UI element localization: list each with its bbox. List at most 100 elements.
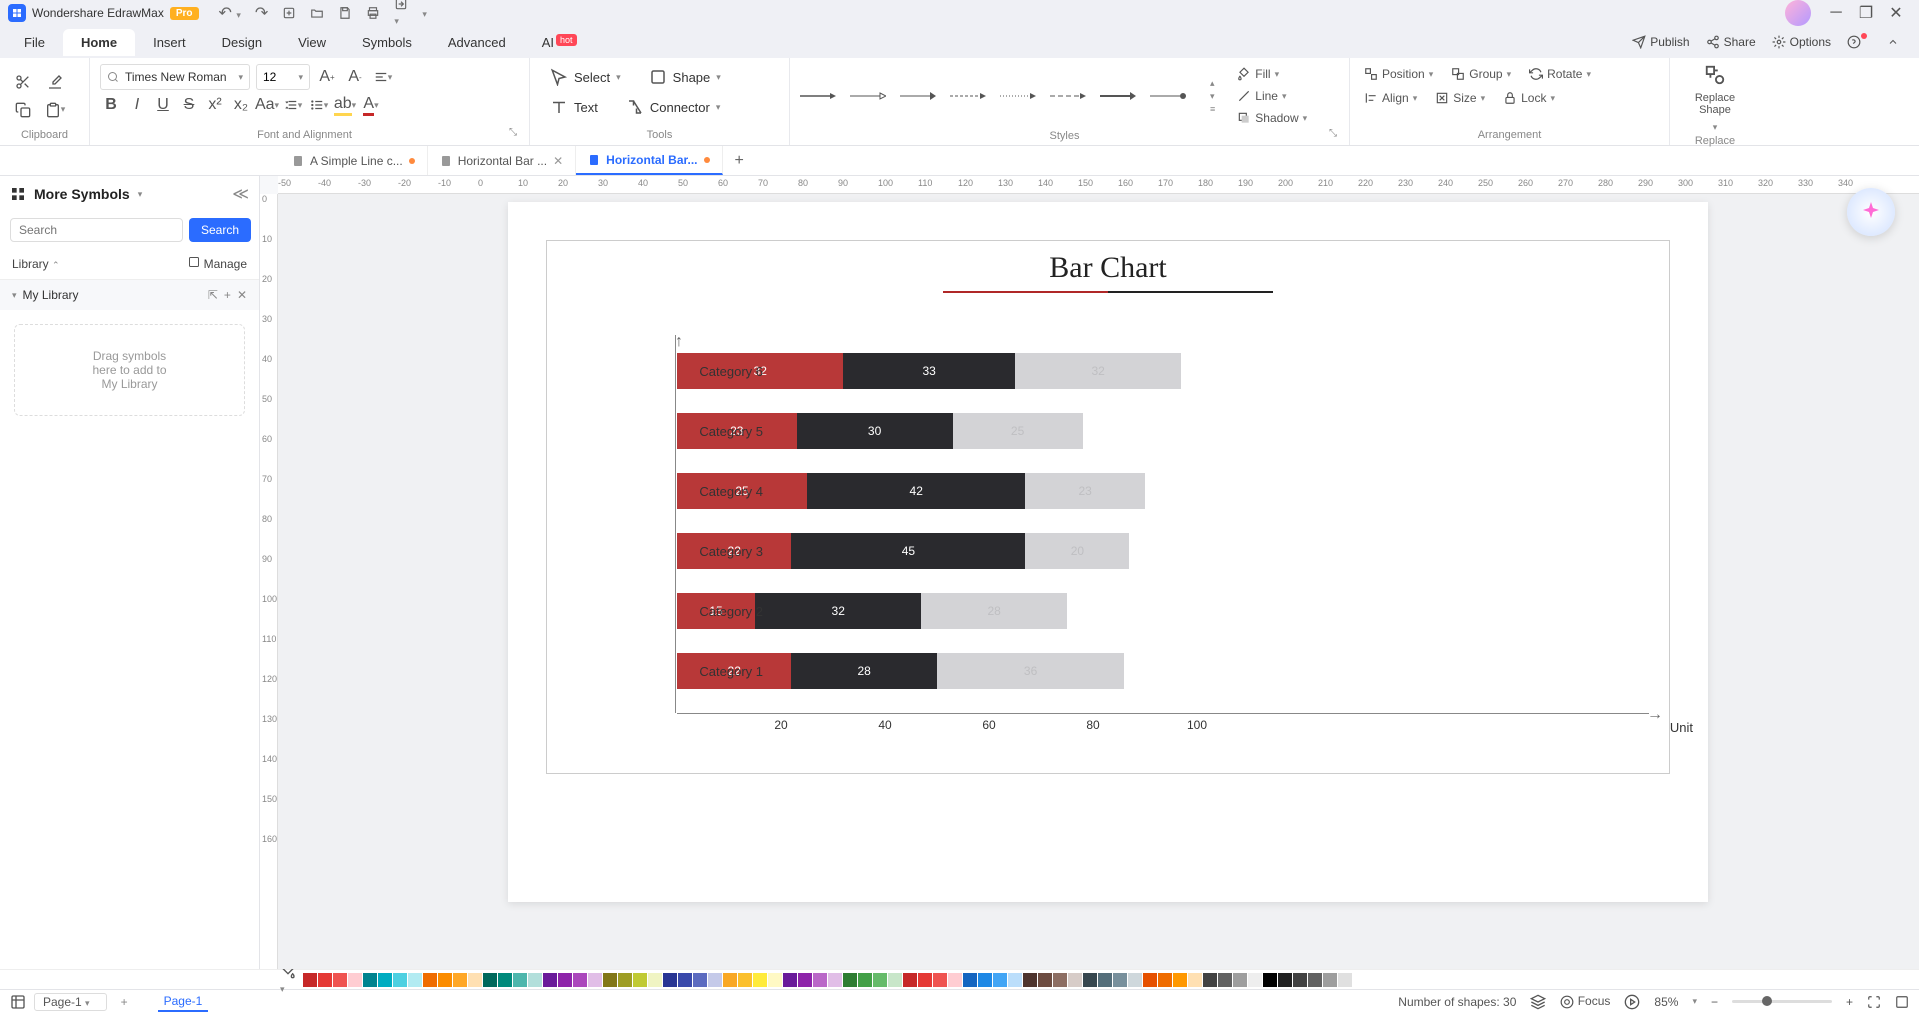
symbol-search-input[interactable] — [10, 218, 183, 242]
size-button[interactable]: Size▾ — [1431, 88, 1489, 108]
options-button[interactable]: Options — [1772, 35, 1831, 49]
color-swatch[interactable] — [1218, 973, 1232, 987]
color-swatch[interactable] — [888, 973, 902, 987]
color-swatch[interactable] — [603, 973, 617, 987]
open-button[interactable] — [310, 6, 324, 20]
color-swatch[interactable] — [993, 973, 1007, 987]
bar-row[interactable]: Category 1222836 — [677, 653, 1649, 689]
color-swatch[interactable] — [1278, 973, 1292, 987]
replace-shape-caret[interactable]: ▾ — [1713, 122, 1718, 133]
color-swatch[interactable] — [363, 973, 377, 987]
focus-button[interactable]: Focus — [1560, 994, 1610, 1009]
my-library-header[interactable]: ▾My Library ⇱ + ✕ — [0, 280, 259, 310]
color-swatch[interactable] — [1068, 973, 1082, 987]
color-swatch[interactable] — [1113, 973, 1127, 987]
chart-frame[interactable]: Bar Chart ↑ Category 6323332Category 523… — [546, 240, 1670, 774]
color-swatch[interactable] — [1008, 973, 1022, 987]
select-tool[interactable]: Select▾ — [540, 64, 631, 90]
ai-assistant-button[interactable] — [1847, 188, 1895, 236]
color-swatch[interactable] — [318, 973, 332, 987]
symbol-dropzone[interactable]: Drag symbols here to add to My Library — [14, 324, 245, 416]
collapse-ribbon-button[interactable] — [1887, 35, 1899, 49]
color-swatch[interactable] — [1083, 973, 1097, 987]
color-swatch[interactable] — [798, 973, 812, 987]
bar-segment[interactable]: 32 — [1015, 353, 1181, 389]
mylib-add-icon[interactable]: + — [224, 288, 231, 302]
close-button[interactable]: ✕ — [1881, 0, 1911, 26]
color-swatch[interactable] — [303, 973, 317, 987]
tab-2[interactable]: Horizontal Bar... — [576, 146, 722, 175]
color-swatch[interactable] — [498, 973, 512, 987]
mylib-export-icon[interactable]: ⇱ — [208, 288, 218, 302]
color-swatch[interactable] — [858, 973, 872, 987]
color-swatch[interactable] — [1263, 973, 1277, 987]
print-button[interactable] — [366, 6, 380, 20]
text-align-button[interactable]: ▾ — [372, 66, 394, 88]
color-swatch[interactable] — [963, 973, 977, 987]
color-swatch[interactable] — [468, 973, 482, 987]
bar-row[interactable]: Category 2153228 — [677, 593, 1649, 629]
zoom-value[interactable]: 85% — [1654, 995, 1678, 1009]
share-button[interactable]: Share — [1706, 35, 1756, 49]
redo-button[interactable]: ↷ — [255, 3, 268, 23]
color-swatch[interactable] — [1293, 973, 1307, 987]
connector-tool[interactable]: Connector▾ — [616, 94, 731, 120]
rotate-button[interactable]: Rotate▾ — [1525, 64, 1595, 84]
bar-row[interactable]: Category 5233025 — [677, 413, 1649, 449]
italic-button[interactable]: I — [126, 94, 148, 116]
color-swatch[interactable] — [1248, 973, 1262, 987]
color-swatch[interactable] — [528, 973, 542, 987]
color-swatch[interactable] — [1203, 973, 1217, 987]
font-size-select[interactable]: 12▾ — [256, 64, 310, 90]
format-painter-button[interactable] — [42, 69, 68, 95]
color-swatch[interactable] — [453, 973, 467, 987]
menu-symbols[interactable]: Symbols — [344, 29, 430, 56]
color-swatch[interactable] — [618, 973, 632, 987]
color-swatch[interactable] — [693, 973, 707, 987]
color-swatch[interactable] — [438, 973, 452, 987]
bar-segment[interactable]: 30 — [797, 413, 953, 449]
color-swatch[interactable] — [483, 973, 497, 987]
presentation-icon[interactable] — [1624, 994, 1640, 1010]
minimize-button[interactable]: ─ — [1821, 0, 1851, 26]
superscript-button[interactable]: x² — [204, 94, 226, 116]
color-swatch[interactable] — [948, 973, 962, 987]
color-swatch[interactable] — [933, 973, 947, 987]
page-tab[interactable]: Page-1 — [158, 992, 209, 1012]
color-swatch[interactable] — [783, 973, 797, 987]
line-spacing-button[interactable]: ▾ — [282, 94, 304, 116]
layers-icon[interactable] — [1530, 994, 1546, 1010]
bar-segment[interactable]: 23 — [1025, 473, 1145, 509]
export-button[interactable]: ▾ — [394, 0, 408, 29]
new-button[interactable] — [282, 6, 296, 20]
symbol-search-button[interactable]: Search — [189, 218, 251, 242]
tab-0[interactable]: A Simple Line c... — [280, 146, 428, 175]
bar-segment[interactable]: 33 — [843, 353, 1015, 389]
maximize-button[interactable]: ❐ — [1851, 0, 1881, 26]
manage-library-button[interactable]: Manage — [188, 256, 247, 271]
color-swatch[interactable] — [708, 973, 722, 987]
bar-row[interactable]: Category 6323332 — [677, 353, 1649, 389]
color-swatch[interactable] — [348, 973, 362, 987]
zoom-in-button[interactable]: + — [1846, 995, 1853, 1009]
color-swatch[interactable] — [573, 973, 587, 987]
connector-styles-gallery[interactable] — [800, 91, 1186, 101]
page[interactable]: Bar Chart ↑ Category 6323332Category 523… — [508, 202, 1708, 902]
color-swatch[interactable] — [1308, 973, 1322, 987]
bar-segment[interactable]: 28 — [921, 593, 1067, 629]
highlight-button[interactable]: ab▾ — [334, 94, 356, 116]
pages-icon[interactable] — [10, 994, 26, 1010]
bar-row[interactable]: Category 4254223 — [677, 473, 1649, 509]
collapse-sidebar-button[interactable]: ≪ — [232, 184, 249, 204]
bar-segment[interactable]: 36 — [937, 653, 1124, 689]
add-page-button[interactable]: + — [121, 995, 128, 1009]
library-dropdown[interactable]: Library ⌃ — [12, 257, 60, 271]
menu-advanced[interactable]: Advanced — [430, 29, 524, 56]
subscript-button[interactable]: x₂ — [230, 94, 252, 116]
menu-design[interactable]: Design — [204, 29, 280, 56]
color-swatch[interactable] — [1323, 973, 1337, 987]
menu-insert[interactable]: Insert — [135, 29, 204, 56]
bar-segment[interactable]: 25 — [953, 413, 1083, 449]
bar-row[interactable]: Category 3224520 — [677, 533, 1649, 569]
color-swatch[interactable] — [543, 973, 557, 987]
